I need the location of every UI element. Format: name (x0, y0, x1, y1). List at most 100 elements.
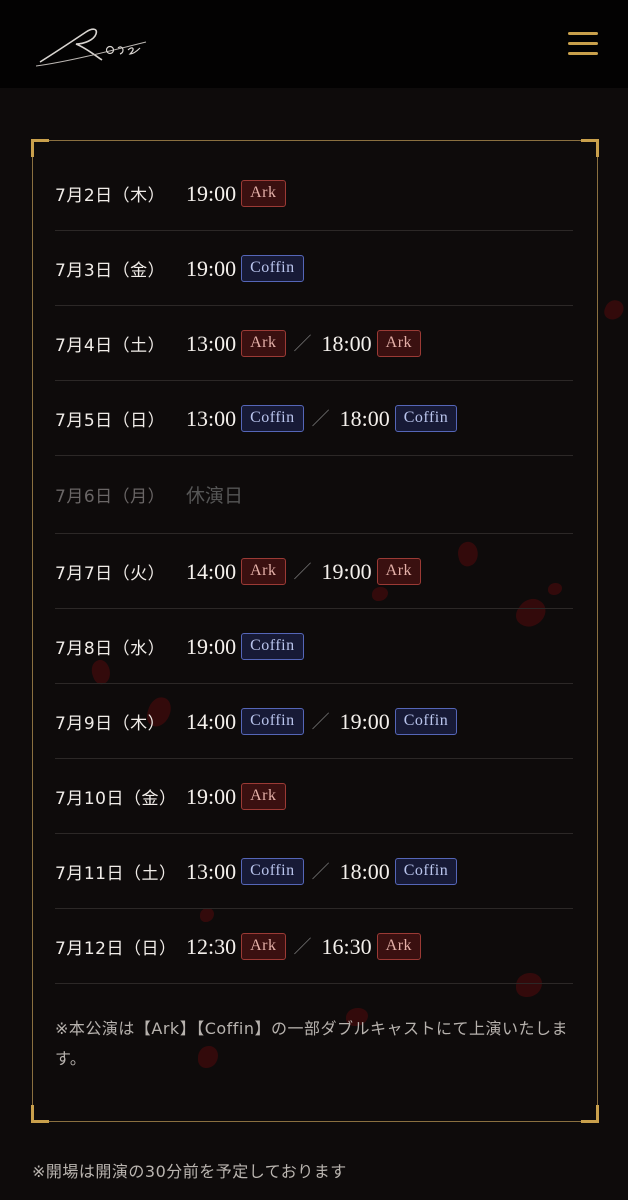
schedule-list: 7月2日（木） 19:00 Ark 7月3日（金） 19:00 Coffin 7月4日（土）… (55, 156, 573, 984)
cast-note: ※本公演は【Ark】【Coffin】の一部ダブルキャストにて上演いたします。 (55, 1019, 569, 1068)
schedule-date: 7月10日（金） (55, 788, 177, 809)
schedule-date: 7月5日（日） (55, 410, 166, 431)
slot-separator: ／ (293, 937, 312, 958)
schedule-row: 7月2日（木） 19:00 Ark (55, 156, 573, 231)
performance-slot: 19:00 Coffin (339, 707, 458, 735)
schedule-date: 7月2日（木） (55, 185, 166, 206)
slot-separator: ／ (311, 862, 330, 883)
cast-badge-coffin: Coffin (241, 707, 304, 735)
cast-badge-ark: Ark (241, 932, 286, 960)
performance-slots: 14:00 Ark ／ 19:00 Ark (186, 557, 422, 585)
schedule-row: 7月12日（日） 12:30 Ark ／ 16:30 Ark (55, 909, 573, 984)
cast-badge-ark: Ark (241, 329, 286, 357)
schedule-row: 7月9日（木） 14:00 Coffin ／ 19:00 Coffin (55, 684, 573, 759)
performance-slot: 19:00 Coffin (186, 632, 304, 660)
performance-time: 13:00 (186, 406, 237, 431)
performance-slots: 19:00 Ark (186, 179, 286, 207)
schedule-date: 7月7日（火） (55, 563, 166, 584)
performance-slot: 13:00 Coffin (186, 857, 304, 885)
performance-slot: 19:00 Ark (186, 782, 286, 810)
slot-separator: ／ (311, 712, 330, 733)
cast-badge-coffin: Coffin (394, 404, 458, 432)
performance-time: 19:00 (339, 709, 390, 734)
performance-time: 19:00 (186, 634, 237, 659)
performance-slots: 14:00 Coffin ／ 19:00 Coffin (186, 707, 458, 735)
cast-badge-ark: Ark (376, 932, 422, 960)
performance-slots: 12:30 Ark ／ 16:30 Ark (186, 932, 422, 960)
performance-slot: 14:00 Coffin (186, 707, 304, 735)
schedule-date: 7月4日（土） (55, 335, 166, 356)
performance-time: 19:00 (186, 256, 237, 281)
performance-slot: 12:30 Ark (186, 932, 286, 960)
opening-note: ※開場は開演の30分前を予定しております (32, 1162, 347, 1181)
cast-badge-ark: Ark (241, 179, 286, 207)
performance-slot: 18:00 Coffin (339, 857, 458, 885)
performance-slots: 19:00 Coffin (186, 632, 304, 660)
cast-badge-coffin: Coffin (241, 404, 304, 432)
performance-slot: 18:00 Ark (321, 329, 422, 357)
schedule-row: 7月5日（日） 13:00 Coffin ／ 18:00 Coffin (55, 381, 573, 456)
schedule-frame: 7月2日（木） 19:00 Ark 7月3日（金） 19:00 Coffin 7月4日（土）… (31, 139, 599, 1123)
performance-slot: 14:00 Ark (186, 557, 286, 585)
frame-corner (31, 139, 49, 157)
cast-badge-ark: Ark (241, 557, 286, 585)
performance-time: 14:00 (186, 559, 237, 584)
performance-time: 19:00 (186, 784, 237, 809)
header (0, 0, 628, 88)
performance-slot: 19:00 Coffin (186, 254, 304, 282)
schedule-row: 7月11日（土） 13:00 Coffin ／ 18:00 Coffin (55, 834, 573, 909)
cast-badge-ark: Ark (376, 329, 422, 357)
performance-slots: 13:00 Coffin ／ 18:00 Coffin (186, 404, 458, 432)
cast-badge-coffin: Coffin (241, 857, 304, 885)
performance-time: 12:30 (186, 934, 237, 959)
no-performance-label: 休演日 (186, 485, 244, 507)
schedule-date: 7月9日（木） (55, 713, 166, 734)
schedule-date: 7月8日（水） (55, 638, 166, 659)
performance-slots: 19:00 Coffin (186, 254, 304, 282)
performance-slot: 16:30 Ark (321, 932, 422, 960)
cast-badge-coffin: Coffin (394, 707, 458, 735)
schedule-row: 7月4日（土） 13:00 Ark ／ 18:00 Ark (55, 306, 573, 381)
cast-badge-coffin: Coffin (241, 632, 304, 660)
performance-slots: 13:00 Coffin ／ 18:00 Coffin (186, 857, 458, 885)
performance-time: 16:30 (321, 934, 372, 959)
schedule-date: 7月3日（金） (55, 260, 166, 281)
slot-separator: ／ (311, 409, 330, 430)
performance-time: 18:00 (321, 331, 372, 356)
schedule-date: 7月6日（月） (55, 487, 166, 507)
schedule-date: 7月12日（日） (55, 938, 177, 959)
schedule-row: 7月8日（水） 19:00 Coffin (55, 609, 573, 684)
performance-time: 18:00 (339, 859, 390, 884)
performance-slot: 19:00 Ark (186, 179, 286, 207)
performance-time: 19:00 (186, 181, 237, 206)
frame-corner (581, 1105, 599, 1123)
performance-slots: 休演日 (186, 481, 243, 508)
hamburger-menu-icon[interactable] (568, 30, 600, 58)
performance-slot: 13:00 Ark (186, 329, 286, 357)
schedule-row: 7月3日（金） 19:00 Coffin (55, 231, 573, 306)
slot-separator: ／ (293, 334, 312, 355)
performance-slot: 18:00 Coffin (339, 404, 458, 432)
performance-time: 14:00 (186, 709, 237, 734)
petal-decoration (602, 297, 626, 323)
cast-badge-ark: Ark (241, 782, 286, 810)
performance-time: 19:00 (321, 559, 372, 584)
schedule-row: 7月6日（月） 休演日 (55, 456, 573, 534)
schedule-date: 7月11日（土） (55, 863, 177, 884)
performance-slot: 13:00 Coffin (186, 404, 304, 432)
frame-corner (581, 139, 599, 157)
performance-slot: 19:00 Ark (321, 557, 422, 585)
cast-badge-coffin: Coffin (241, 254, 304, 282)
frame-corner (31, 1105, 49, 1123)
cast-badge-ark: Ark (376, 557, 422, 585)
performance-time: 18:00 (339, 406, 390, 431)
schedule-row: 7月10日（金） 19:00 Ark (55, 759, 573, 834)
slot-separator: ／ (293, 562, 312, 583)
performance-time: 13:00 (186, 331, 237, 356)
performance-time: 13:00 (186, 859, 237, 884)
cast-badge-coffin: Coffin (394, 857, 458, 885)
performance-slots: 19:00 Ark (186, 782, 286, 810)
schedule-row: 7月7日（火） 14:00 Ark ／ 19:00 Ark (55, 534, 573, 609)
logo[interactable] (36, 22, 148, 68)
performance-slots: 13:00 Ark ／ 18:00 Ark (186, 329, 422, 357)
